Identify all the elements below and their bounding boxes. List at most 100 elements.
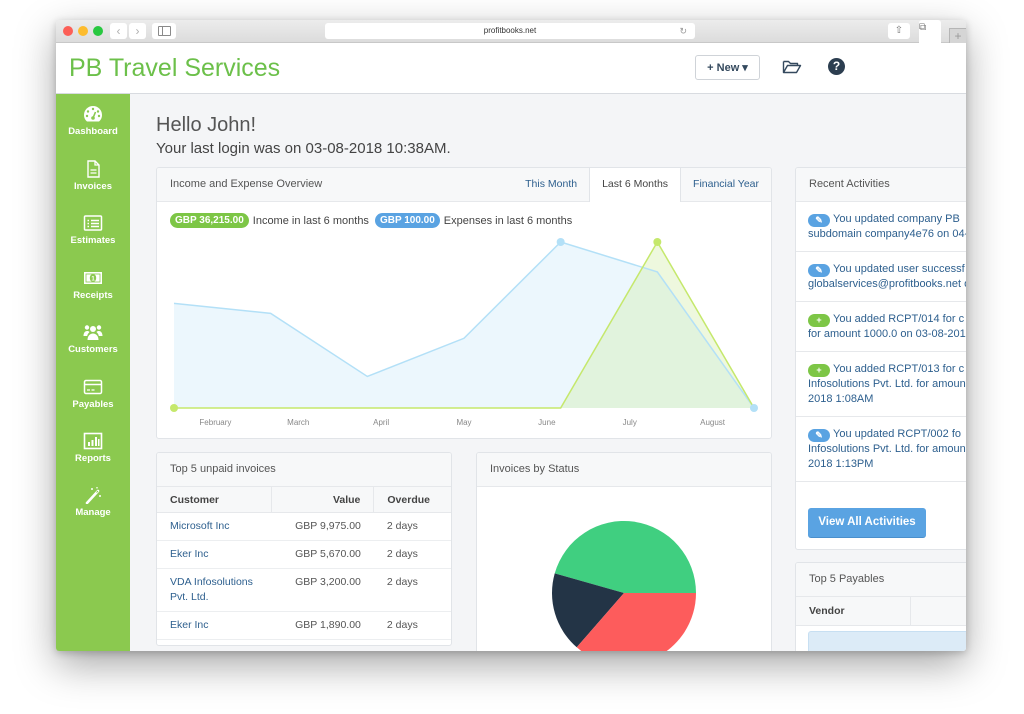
view-all-activities-button[interactable]: View All Activities (808, 508, 926, 538)
minimize-window-button[interactable] (78, 26, 88, 36)
browser-toolbar: ‹ › profitbooks.net ↻ ⇧ ⧉ + (56, 20, 966, 53)
x-tick-label: April (373, 418, 389, 427)
help-icon[interactable]: ? (828, 58, 845, 75)
income-point[interactable] (750, 404, 758, 412)
activity-line: Infosolutions Pvt. Ltd. for amoun (808, 443, 966, 455)
card-header: Top 5 unpaid invoices (157, 453, 451, 487)
tab-financial-year[interactable]: Financial Year (681, 168, 771, 201)
reload-icon[interactable]: ↻ (679, 23, 687, 39)
invoice-value: GBP 5,670.00 (271, 540, 374, 569)
table-header-row: Vendor (796, 597, 966, 626)
activity-item[interactable]: ✎ You updated user successf globalservices… (796, 252, 966, 302)
overdue-days: 2 days (373, 611, 451, 640)
overdue-days: 2 days (373, 540, 451, 569)
new-tab-button[interactable]: + (949, 28, 966, 43)
income-amount-badge: GBP 36,215.00 (170, 213, 249, 228)
edit-icon: ✎ (808, 264, 830, 277)
folder-open-icon[interactable] (782, 57, 802, 77)
expense-label: Expenses in last 6 months (443, 214, 573, 227)
column-header-value: Value (271, 487, 375, 513)
table-row: VDA Infosolutions Pvt. Ltd. GBP 3,200.00 2… (157, 568, 451, 612)
card-header: Income and Expense Overview This Month L… (157, 168, 771, 202)
sidebar-item-manage[interactable]: Manage (56, 486, 130, 518)
estimate-icon (83, 215, 103, 231)
greeting-title: Hello John! (156, 114, 257, 136)
invoice-value: GBP 9,975.00 (271, 512, 374, 541)
income-point[interactable] (556, 238, 565, 246)
activity-item[interactable]: ✎ You updated company PB subdomain company… (796, 202, 966, 252)
overdue-days: 2 days (373, 568, 451, 612)
sidebar-item-payables[interactable]: Payables (56, 378, 130, 410)
new-dropdown-button[interactable]: + New ▾ (695, 55, 760, 80)
customer-link[interactable]: Eker Inc (157, 611, 272, 640)
customers-icon (83, 325, 103, 340)
payables-info-alert (808, 631, 966, 651)
customer-link[interactable]: Eker Inc (157, 540, 272, 569)
unpaid-invoices-table: Customer Value Overdue Microsoft Inc GBP … (157, 487, 451, 640)
sidebar-item-label: Manage (75, 507, 111, 518)
table-row: Microsoft Inc GBP 9,975.00 2 days (157, 512, 451, 541)
overdue-days: 2 days (373, 512, 451, 541)
forward-button[interactable]: › (129, 23, 146, 39)
tab-last-6-months[interactable]: Last 6 Months (589, 168, 682, 202)
tab-this-month[interactable]: This Month (513, 168, 589, 201)
customer-link[interactable]: Microsoft Inc (157, 512, 272, 541)
activity-item[interactable]: ✎ You updated RCPT/002 fo Infosolutions Pv… (796, 417, 966, 482)
card-title: Invoices by Status (490, 463, 580, 475)
sidebar-item-label: Receipts (73, 290, 113, 301)
sidebar-item-dashboard[interactable]: Dashboard (56, 105, 130, 137)
column-header-customer: Customer (157, 487, 272, 513)
sidebar-item-reports[interactable]: Reports (56, 432, 130, 464)
invoices-status-pie (552, 521, 696, 651)
activity-line: You updated company PB (833, 213, 960, 225)
receipt-icon: 1 (84, 272, 102, 284)
expense-amount-badge: GBP 100.00 (374, 213, 440, 228)
invoices-by-status-card: Invoices by Status (476, 452, 772, 651)
add-icon: + (808, 364, 830, 377)
payables-table: Vendor (796, 597, 966, 626)
sidebar-toggle-button[interactable] (152, 23, 176, 39)
brand-title[interactable]: PB Travel Services (69, 54, 280, 83)
address-bar[interactable]: profitbooks.net ↻ (325, 23, 695, 39)
sidebar-item-label: Reports (75, 453, 111, 464)
back-button[interactable]: ‹ (110, 23, 127, 39)
sidebar-item-receipts[interactable]: 1 Receipts (56, 269, 130, 301)
close-window-button[interactable] (63, 26, 73, 36)
expenses-point[interactable] (653, 238, 662, 246)
edit-icon: ✎ (808, 429, 830, 442)
share-icon[interactable]: ⇧ (888, 23, 910, 39)
income-expense-chart: February March April May June July August (170, 238, 758, 427)
activity-item[interactable]: + You added RCPT/014 for c for amount 1000… (796, 302, 966, 352)
activity-line: You added RCPT/013 for c (833, 363, 965, 375)
magic-wand-icon (85, 487, 102, 504)
expenses-point[interactable] (170, 404, 178, 412)
card-title: Income and Expense Overview (170, 178, 323, 190)
sidebar-item-customers[interactable]: Customers (56, 323, 130, 355)
card-title: Top 5 Payables (809, 573, 885, 585)
sidebar-item-label: Estimates (70, 235, 116, 246)
invoice-icon (87, 160, 100, 178)
sidebar-item-estimates[interactable]: Estimates (56, 214, 130, 246)
payables-icon (83, 379, 103, 395)
sidebar-icon (157, 26, 171, 36)
card-header: Recent Activities (796, 168, 966, 202)
maximize-window-button[interactable] (93, 26, 103, 36)
add-icon: + (808, 314, 830, 327)
customer-link[interactable]: VDA Infosolutions Pvt. Ltd. (157, 568, 272, 612)
column-header-vendor: Vendor (796, 597, 911, 626)
activity-line: You added RCPT/014 for c (833, 313, 965, 325)
reports-icon (83, 432, 103, 450)
x-tick-label: July (623, 418, 637, 427)
sidebar-item-invoices[interactable]: Invoices (56, 160, 130, 192)
column-header-empty (910, 597, 966, 626)
recent-activities-card: Recent Activities ✎ You updated company P… (795, 167, 966, 550)
activity-line: subdomain company4e76 on 04- (808, 228, 966, 240)
app-header: PB Travel Services + New ▾ ? (56, 43, 966, 94)
x-tick-label: May (456, 418, 471, 427)
sidebar: Dashboard Invoices Estimates 1 Receipts … (56, 94, 130, 651)
table-header-row: Customer Value Overdue (157, 487, 451, 513)
card-title: Top 5 unpaid invoices (170, 463, 276, 475)
unpaid-invoices-card: Top 5 unpaid invoices Customer Value Ove… (156, 452, 452, 646)
income-label: Income in last 6 months (252, 214, 369, 227)
activity-item[interactable]: + You added RCPT/013 for c Infosolutions P… (796, 352, 966, 417)
